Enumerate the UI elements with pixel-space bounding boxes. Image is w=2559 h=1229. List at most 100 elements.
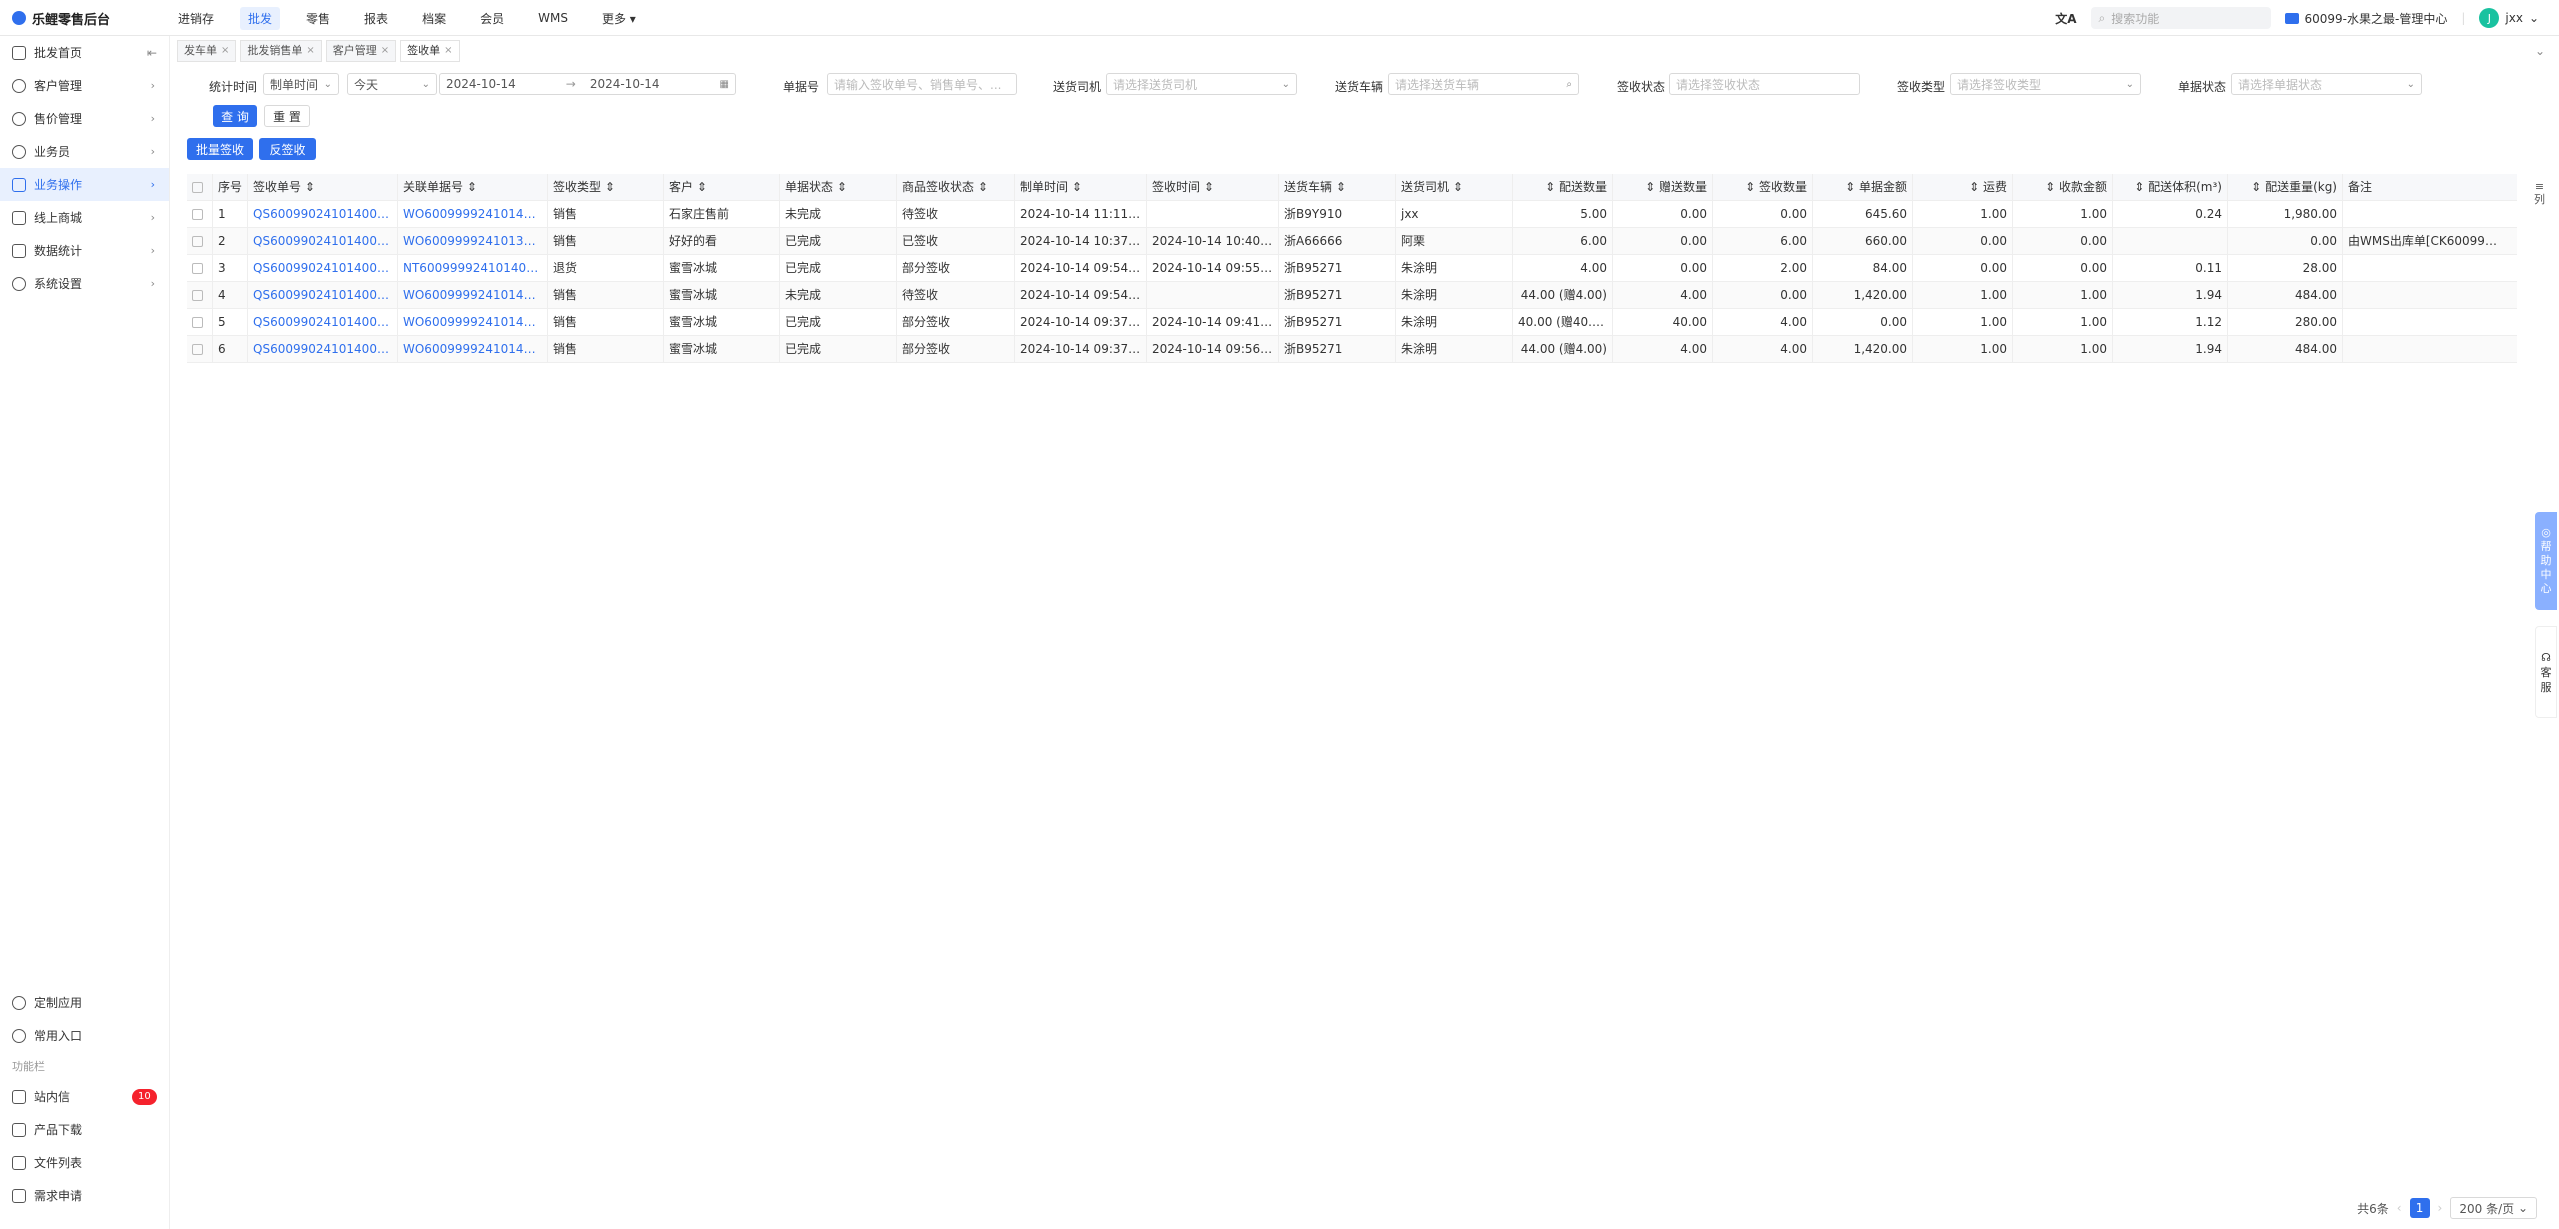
- col-header[interactable]: 签收单号 ⇕: [248, 173, 398, 201]
- col-header[interactable]: ⇕ 配送重量(kg): [2228, 173, 2343, 201]
- row-checkbox[interactable]: [187, 308, 213, 336]
- sidebar-item-stats[interactable]: 数据统计 ›: [0, 234, 169, 267]
- row-checkbox[interactable]: [187, 335, 213, 363]
- col-header[interactable]: ⇕ 收款金额: [2013, 173, 2113, 201]
- col-header[interactable]: ⇕ 运费: [1913, 173, 2013, 201]
- related-doc-link[interactable]: WO600999924101400...: [398, 200, 548, 228]
- range-select[interactable]: 今天 ⌄: [347, 73, 437, 95]
- topnav-wms[interactable]: WMS: [530, 8, 576, 28]
- sidebar-item-favorites[interactable]: 常用入口: [0, 1019, 170, 1052]
- row-checkbox[interactable]: [187, 281, 213, 309]
- query-button[interactable]: 查 询: [213, 105, 257, 127]
- tab-dispatch[interactable]: 发车单 ×: [177, 40, 237, 62]
- tab-customer[interactable]: 客户管理 ×: [325, 40, 397, 62]
- select-all-checkbox[interactable]: [187, 173, 213, 201]
- col-header[interactable]: 签收时间 ⇕: [1147, 173, 1279, 201]
- sidebar-item-customer[interactable]: 客户管理 ›: [0, 69, 169, 102]
- prev-page-icon[interactable]: ‹: [2397, 1201, 2402, 1215]
- col-header[interactable]: ⇕ 签收数量: [1713, 173, 1813, 201]
- sidebar-item-mall[interactable]: 线上商城 ›: [0, 201, 169, 234]
- sidebar-item-settings[interactable]: 系统设置 ›: [0, 267, 169, 300]
- tabs-more-icon[interactable]: ⌄: [2535, 44, 2545, 58]
- table-row[interactable]: 1 QS6009902410140074 WO600999924101400... 销…: [187, 200, 2517, 228]
- store-selector[interactable]: 60099-水果之最-管理中心: [2284, 10, 2447, 27]
- sign-type-select[interactable]: 请选择签收类型 ⌄: [1950, 73, 2141, 95]
- unsign-button[interactable]: 反签收: [259, 138, 316, 160]
- batch-sign-button[interactable]: 批量签收: [187, 138, 253, 160]
- customer-service-float[interactable]: ☊ 客 服: [2535, 626, 2557, 718]
- help-center-float[interactable]: ◎ 帮 助 中 心: [2535, 512, 2557, 610]
- table-row[interactable]: 4 QS6009902410140071 WO600999924101400... 销…: [187, 281, 2517, 309]
- sidebar-item-messages[interactable]: 站内信 10: [0, 1080, 170, 1113]
- vehicle-select[interactable]: 请选择送货车辆 ⌕: [1388, 73, 1579, 95]
- col-header[interactable]: 单据状态 ⇕: [780, 173, 897, 201]
- sign-no-link[interactable]: QS6009902410140071: [248, 281, 398, 309]
- related-doc-link[interactable]: WO600999924101400...: [398, 335, 548, 363]
- next-page-icon[interactable]: ›: [2438, 1201, 2443, 1215]
- sidebar-item-download[interactable]: 产品下载: [0, 1113, 170, 1146]
- col-header[interactable]: 送货车辆 ⇕: [1279, 173, 1396, 201]
- row-checkbox[interactable]: [187, 227, 213, 255]
- col-header[interactable]: ⇕ 配送数量: [1513, 173, 1613, 201]
- related-doc-link[interactable]: NT60099992410140001: [398, 254, 548, 282]
- close-icon[interactable]: ×: [306, 41, 314, 61]
- sidebar-item-operation[interactable]: 业务操作 ›: [0, 168, 169, 201]
- app-logo[interactable]: 乐鲤零售后台: [12, 0, 110, 36]
- topnav-more[interactable]: 更多 ▾: [594, 7, 644, 30]
- col-header[interactable]: 关联单据号 ⇕: [398, 173, 548, 201]
- sidebar-item-price[interactable]: 售价管理 ›: [0, 102, 169, 135]
- row-checkbox[interactable]: [187, 200, 213, 228]
- search-input[interactable]: ⌕ 搜索功能: [2090, 7, 2271, 29]
- table-row[interactable]: 3 QS6009902410140072 NT60099992410140001 退货…: [187, 254, 2517, 282]
- doc-no-input[interactable]: 请输入签收单号、销售单号、...: [827, 73, 1017, 95]
- sidebar-item-files[interactable]: 文件列表: [0, 1146, 170, 1179]
- page-size-select[interactable]: 200 条/页 ⌄: [2450, 1197, 2537, 1219]
- close-icon[interactable]: ×: [221, 41, 229, 61]
- topnav-archive[interactable]: 档案: [414, 7, 454, 30]
- date-range-picker[interactable]: 2024-10-14 → 2024-10-14 ▦: [439, 73, 736, 95]
- col-header[interactable]: 商品签收状态 ⇕: [897, 173, 1015, 201]
- sign-no-link[interactable]: QS6009902410140070: [248, 308, 398, 336]
- sign-status-select[interactable]: 请选择签收状态: [1669, 73, 1860, 95]
- doc-status-select[interactable]: 请选择单据状态 ⌄: [2231, 73, 2422, 95]
- table-row[interactable]: 6 QS6009902410140069 WO600999924101400... 销…: [187, 335, 2517, 363]
- col-header[interactable]: 送货司机 ⇕: [1396, 173, 1513, 201]
- sign-no-link[interactable]: QS6009902410140069: [248, 335, 398, 363]
- sign-no-link[interactable]: QS6009902410140072: [248, 254, 398, 282]
- related-doc-link[interactable]: WO600999924101400...: [398, 281, 548, 309]
- tab-wholesale-sales[interactable]: 批发销售单 ×: [240, 40, 322, 62]
- sidebar-item-custom-app[interactable]: 定制应用: [0, 986, 170, 1019]
- col-header[interactable]: 签收类型 ⇕: [548, 173, 664, 201]
- col-header[interactable]: 客户 ⇕: [664, 173, 780, 201]
- table-row[interactable]: 5 QS6009902410140070 WO600999924101400... 销…: [187, 308, 2517, 336]
- col-header[interactable]: ⇕ 赠送数量: [1613, 173, 1713, 201]
- col-header[interactable]: 制单时间 ⇕: [1015, 173, 1147, 201]
- close-icon[interactable]: ×: [381, 41, 389, 61]
- close-icon[interactable]: ×: [444, 41, 452, 61]
- col-header[interactable]: ⇕ 配送体积(m³): [2113, 173, 2228, 201]
- topnav-jxc[interactable]: 进销存: [170, 7, 222, 30]
- topnav-retail[interactable]: 零售: [298, 7, 338, 30]
- sign-no-link[interactable]: QS6009902410140074: [248, 200, 398, 228]
- sidebar-item-home[interactable]: 批发首页 ⇤: [0, 36, 169, 69]
- sign-no-link[interactable]: QS6009902410140073: [248, 227, 398, 255]
- table-row[interactable]: 2 QS6009902410140073 WO600999924101300... 销…: [187, 227, 2517, 255]
- page-number[interactable]: 1: [2409, 1198, 2430, 1218]
- tab-sign[interactable]: 签收单 ×: [400, 40, 460, 62]
- stat-time-select[interactable]: 制单时间 ⌄: [263, 73, 339, 95]
- topnav-member[interactable]: 会员: [472, 7, 512, 30]
- col-header[interactable]: ⇕ 单据金额: [1813, 173, 1913, 201]
- related-doc-link[interactable]: WO600999924101300...: [398, 227, 548, 255]
- related-doc-link[interactable]: WO600999924101400...: [398, 308, 548, 336]
- driver-select[interactable]: 请选择送货司机 ⌄: [1106, 73, 1297, 95]
- user-menu[interactable]: J jxx ⌄: [2479, 8, 2539, 28]
- sidebar-item-salesman[interactable]: 业务员 ›: [0, 135, 169, 168]
- reset-button[interactable]: 重 置: [264, 105, 310, 127]
- collapse-icon[interactable]: ⇤: [147, 46, 157, 60]
- column-settings[interactable]: ≡ 列: [2534, 180, 2545, 206]
- translate-icon[interactable]: 文A: [2055, 10, 2076, 27]
- topnav-wholesale[interactable]: 批发: [240, 6, 281, 30]
- row-checkbox[interactable]: [187, 254, 213, 282]
- topnav-report[interactable]: 报表: [356, 7, 396, 30]
- sidebar-item-requests[interactable]: 需求申请: [0, 1179, 170, 1212]
